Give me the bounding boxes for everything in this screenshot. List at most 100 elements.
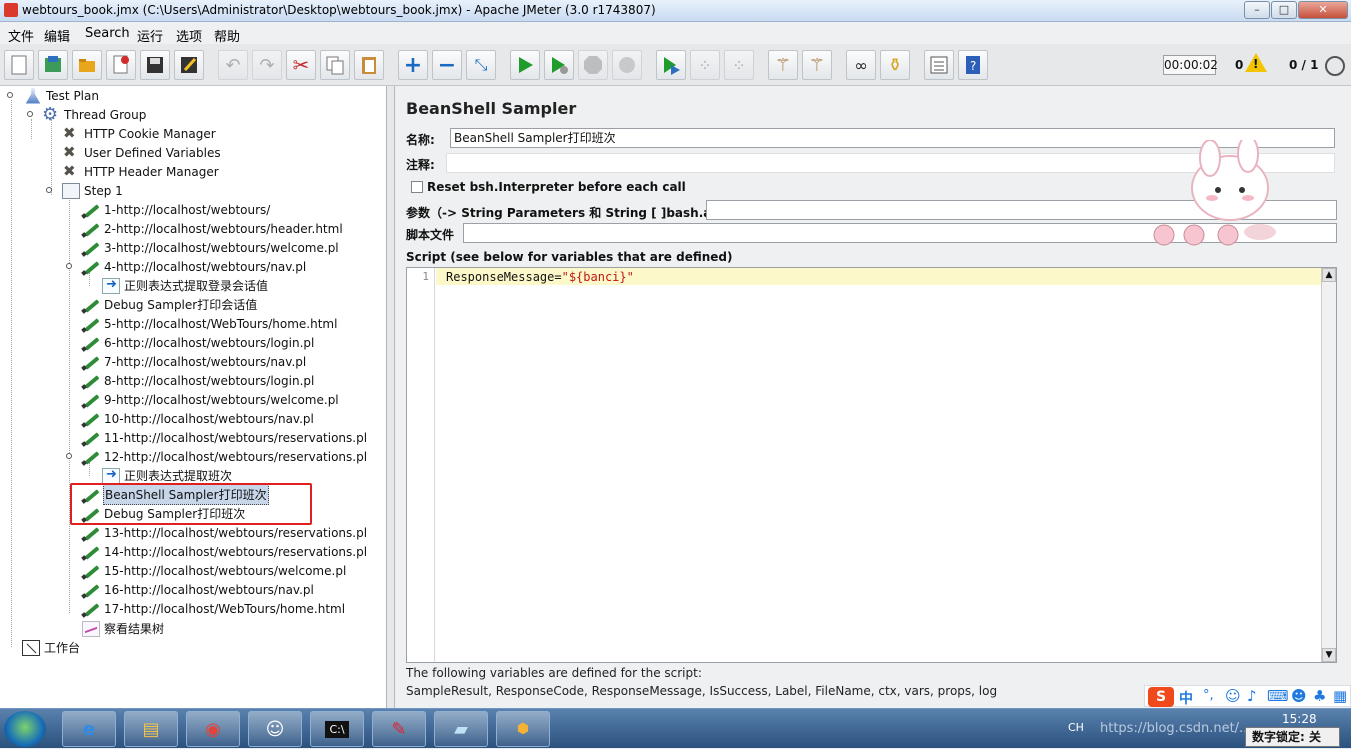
search-button[interactable]: ∞ xyxy=(846,50,876,80)
clock[interactable]: 15:28 xyxy=(1282,712,1317,726)
tree-node-header-manager[interactable]: HTTP Header Manager xyxy=(62,162,220,181)
tree-node-sampler[interactable]: 10-http://localhost/webtours/nav.pl xyxy=(82,409,315,428)
taskbar-jmeter[interactable]: ☺ xyxy=(248,711,302,747)
keyboard-icon[interactable]: ⌨ xyxy=(1267,687,1289,705)
shutdown-button[interactable] xyxy=(612,50,642,80)
tree-node-sampler[interactable]: 12-http://localhost/webtours/reservation… xyxy=(82,447,368,466)
scroll-up-icon[interactable]: ▲ xyxy=(1322,268,1336,282)
tree-node-test-plan[interactable]: Test Plan xyxy=(24,86,100,105)
remote-start-button[interactable] xyxy=(656,50,686,80)
start-no-pauses-button[interactable] xyxy=(544,50,574,80)
microphone-icon[interactable]: ♪ xyxy=(1247,687,1257,705)
tree-node-regex-extractor[interactable]: 正则表达式提取登录会话值 xyxy=(102,276,269,295)
cut-button[interactable]: ✂ xyxy=(286,50,316,80)
user-icon[interactable]: ☻ xyxy=(1291,687,1307,705)
expand-handle[interactable] xyxy=(66,453,72,459)
grid-icon[interactable]: ▦ xyxy=(1333,687,1347,705)
script-editor[interactable]: 1 ResponseMessage="${banci}" ▲ ▼ xyxy=(406,267,1337,663)
expand-handle[interactable] xyxy=(66,263,72,269)
tree-node-workbench[interactable]: 工作台 xyxy=(22,638,81,657)
open-button[interactable] xyxy=(72,50,102,80)
expand-handle[interactable] xyxy=(46,187,52,193)
tree-node-sampler[interactable]: 1-http://localhost/webtours/ xyxy=(82,200,271,219)
tree-node-sampler[interactable]: 9-http://localhost/webtours/welcome.pl xyxy=(82,390,340,409)
tree-node-view-results-tree[interactable]: 察看结果树 xyxy=(82,619,165,638)
expand-handle[interactable] xyxy=(27,111,33,117)
paste-button[interactable] xyxy=(354,50,384,80)
tree-node-sampler[interactable]: 7-http://localhost/webtours/nav.pl xyxy=(82,352,307,371)
taskbar-editor[interactable]: ✎ xyxy=(372,711,426,747)
copy-button[interactable] xyxy=(320,50,350,80)
sogou-ime-icon[interactable]: S xyxy=(1148,687,1174,707)
save-button[interactable] xyxy=(140,50,170,80)
scroll-down-icon[interactable]: ▼ xyxy=(1322,648,1336,662)
new-button[interactable] xyxy=(4,50,34,80)
start-button[interactable] xyxy=(4,711,46,747)
reset-search-button[interactable]: ⚱ xyxy=(880,50,910,80)
toggle-button[interactable]: ⤡ xyxy=(466,50,496,80)
taskbar-file-explorer[interactable]: ▤ xyxy=(124,711,178,747)
warning-icon[interactable]: ! xyxy=(1245,53,1267,72)
expand-handle[interactable] xyxy=(7,92,13,98)
ime-mode-indicator[interactable]: 中 xyxy=(1179,688,1193,708)
tree-node-sampler[interactable]: 5-http://localhost/WebTours/home.html xyxy=(82,314,338,333)
menu-search[interactable]: Search xyxy=(85,26,130,41)
reset-interpreter-checkbox[interactable] xyxy=(411,181,423,193)
tree-node-sampler[interactable]: 16-http://localhost/webtours/nav.pl xyxy=(82,580,315,599)
undo-button[interactable]: ↶ xyxy=(218,50,248,80)
start-button[interactable] xyxy=(510,50,540,80)
menu-run[interactable]: 运行 xyxy=(137,26,163,45)
taskbar-javaee-ide[interactable]: ⬢ xyxy=(496,711,550,747)
redo-button[interactable]: ↷ xyxy=(252,50,282,80)
tree-node-sampler[interactable]: 4-http://localhost/webtours/nav.pl xyxy=(82,257,307,276)
tree-node-sampler[interactable]: 13-http://localhost/webtours/reservation… xyxy=(82,523,368,542)
menu-file[interactable]: 文件 xyxy=(8,26,34,45)
clear-button[interactable]: ⚚ xyxy=(768,50,798,80)
tree-node-sampler[interactable]: 15-http://localhost/webtours/welcome.pl xyxy=(82,561,347,580)
templates-button[interactable] xyxy=(38,50,68,80)
minimize-button[interactable]: – xyxy=(1244,1,1270,19)
pane-splitter[interactable] xyxy=(387,86,395,708)
tree-node-sampler[interactable]: 6-http://localhost/webtours/login.pl xyxy=(82,333,315,352)
tree-node-sampler[interactable]: 8-http://localhost/webtours/login.pl xyxy=(82,371,315,390)
collapse-all-button[interactable]: − xyxy=(432,50,462,80)
tree-node-thread-group[interactable]: Thread Group xyxy=(42,104,147,125)
script-code[interactable]: ResponseMessage="${banci}" xyxy=(446,270,634,284)
tree-node-sampler[interactable]: 14-http://localhost/webtours/reservation… xyxy=(82,542,368,561)
menu-options[interactable]: 选项 xyxy=(176,26,202,45)
function-helper-button[interactable] xyxy=(924,50,954,80)
close-button[interactable]: ✕ xyxy=(1298,1,1348,19)
tree-node-label: 8-http://localhost/webtours/login.pl xyxy=(104,373,315,388)
help-button[interactable]: ? xyxy=(958,50,988,80)
close-file-button[interactable] xyxy=(106,50,136,80)
stop-button[interactable] xyxy=(578,50,608,80)
tree-node-sampler[interactable]: 11-http://localhost/webtours/reservation… xyxy=(82,428,368,447)
tree-node-sampler[interactable]: 17-http://localhost/WebTours/home.html xyxy=(82,599,346,618)
remote-status-icon[interactable] xyxy=(1325,56,1345,76)
taskbar-cmd[interactable]: C:\ xyxy=(310,711,364,747)
emoji-icon[interactable]: ☺ xyxy=(1225,687,1241,705)
skin-icon[interactable]: ♣ xyxy=(1313,687,1326,705)
tree-node-debug-sampler[interactable]: Debug Sampler打印会话值 xyxy=(82,295,258,314)
tree-node-sampler[interactable]: 2-http://localhost/webtours/header.html xyxy=(82,219,344,238)
language-indicator[interactable]: CH xyxy=(1068,721,1084,734)
taskbar-notepad[interactable]: ▰ xyxy=(434,711,488,747)
tree-node-user-variables[interactable]: User Defined Variables xyxy=(62,143,222,162)
remote-shutdown-button[interactable]: ⁘ xyxy=(724,50,754,80)
punctuation-icon[interactable]: °, xyxy=(1203,688,1214,703)
taskbar-internet-explorer[interactable]: e xyxy=(62,711,116,747)
save-as-button[interactable] xyxy=(174,50,204,80)
ime-toolbar[interactable]: S 中 °, ☺ ♪ ⌨ ☻ ♣ ▦ xyxy=(1144,685,1351,707)
editor-scrollbar[interactable]: ▲ ▼ xyxy=(1321,268,1336,662)
maximize-button[interactable]: □ xyxy=(1271,1,1297,19)
taskbar-chrome[interactable]: ◉ xyxy=(186,711,240,747)
tree-node-cookie-manager[interactable]: HTTP Cookie Manager xyxy=(62,124,217,143)
clear-all-button[interactable]: ⚚ xyxy=(802,50,832,80)
expand-all-button[interactable]: + xyxy=(398,50,428,80)
tree-node-label: 5-http://localhost/WebTours/home.html xyxy=(104,316,338,331)
tree-node-sampler[interactable]: 3-http://localhost/webtours/welcome.pl xyxy=(82,238,340,257)
menu-help[interactable]: 帮助 xyxy=(214,26,240,45)
remote-stop-button[interactable]: ⁘ xyxy=(690,50,720,80)
tree-node-step-1[interactable]: Step 1 xyxy=(62,181,124,200)
menu-edit[interactable]: 编辑 xyxy=(44,26,70,45)
